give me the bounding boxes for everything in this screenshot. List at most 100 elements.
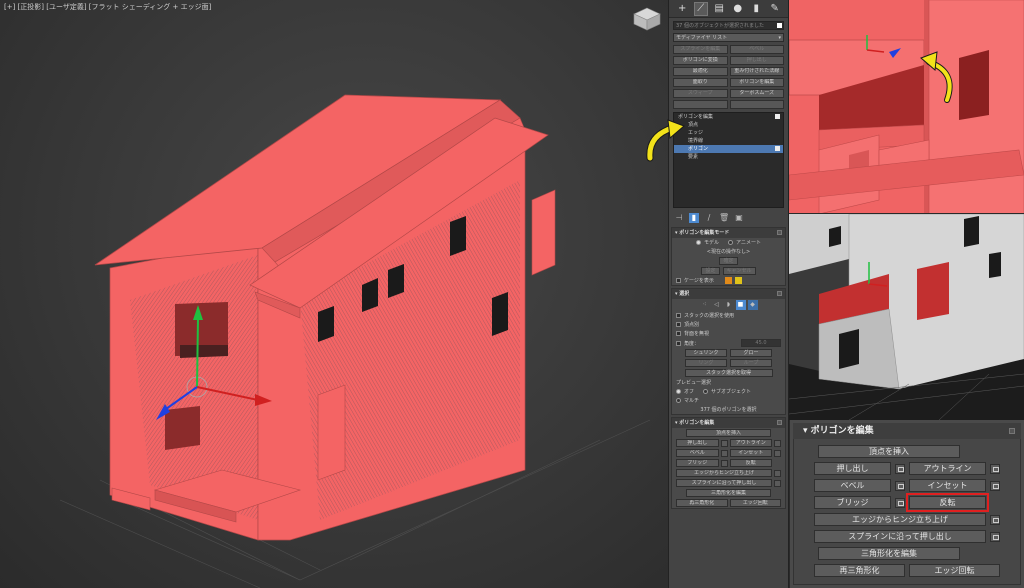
zoomed-hinge-settings-icon[interactable]	[990, 514, 1000, 525]
hinge-settings-icon[interactable]	[774, 469, 781, 477]
rollout-pin-icon[interactable]	[777, 291, 782, 296]
inset-settings-icon[interactable]	[774, 449, 781, 457]
extrude-along-spline-button[interactable]: スプラインに沿って押し出し	[676, 479, 772, 487]
extrude-spline-settings-icon[interactable]	[774, 479, 781, 487]
zoomed-flip-button[interactable]: 反転	[906, 493, 989, 512]
polygon-mode-icon[interactable]: ■	[735, 300, 746, 310]
element-mode-icon[interactable]: ◆	[747, 300, 758, 310]
mod-button-2[interactable]: ポリゴンに変換	[673, 56, 728, 65]
rollout-pin-icon[interactable]	[777, 420, 782, 425]
mod-button-0[interactable]: スプラインを編集	[673, 45, 728, 54]
bevel-settings-icon[interactable]	[720, 449, 728, 457]
zoomed-rollout-header[interactable]: ▾ ポリゴンを編集	[793, 423, 1021, 439]
preview-off-radio[interactable]	[676, 389, 681, 394]
mod-button-3[interactable]: 押し出し	[729, 56, 784, 65]
rollout-header[interactable]: ▾ ポリゴンを編集	[672, 418, 785, 428]
zoomed-bevel-button[interactable]: ベベル	[814, 479, 891, 492]
mod-button-5[interactable]: 重み付けされた法線	[729, 67, 784, 76]
rollout-header[interactable]: ▾ ポリゴンを編集モード	[672, 228, 785, 238]
zoomed-extrude-spline-button[interactable]: スプラインに沿って押し出し	[814, 530, 986, 543]
by-stack-checkbox[interactable]	[676, 313, 681, 318]
shrink-button[interactable]: シュリンク	[685, 349, 727, 357]
show-cage-checkbox[interactable]	[676, 278, 681, 283]
zoomed-bridge-settings-icon[interactable]	[895, 497, 905, 508]
animate-radio[interactable]	[728, 240, 734, 245]
make-unique-icon[interactable]: ∕	[704, 213, 714, 223]
stack-item-edge[interactable]: エッジ	[674, 129, 783, 137]
by-angle-checkbox[interactable]	[676, 340, 681, 346]
outline-settings-icon[interactable]	[774, 439, 781, 447]
main-viewport[interactable]: [+] [正投影] [ユーザ定義] [フラット シェーディング + エッジ面]	[0, 0, 668, 588]
bridge-settings-icon[interactable]	[720, 459, 728, 467]
display-tab-icon[interactable]: ▮	[749, 2, 763, 16]
vertex-mode-icon[interactable]: ⁖	[700, 300, 710, 310]
mod-button-11[interactable]	[729, 100, 784, 109]
cancel-button[interactable]: キャンセル	[722, 267, 756, 275]
turn-button[interactable]: エッジ回転	[729, 499, 781, 507]
preview-multi-radio[interactable]	[676, 398, 681, 403]
hierarchy-tab-icon[interactable]: ▤	[712, 2, 726, 16]
insert-vertex-button[interactable]: 頂点を挿入	[686, 429, 771, 437]
rollout-pin-icon[interactable]	[777, 230, 782, 235]
grow-button[interactable]: グロー	[730, 349, 772, 357]
stack-item-border[interactable]: 境界線	[674, 137, 783, 145]
angle-spinner[interactable]: 45.0	[741, 339, 781, 347]
cage-selected-color-swatch[interactable]	[734, 277, 742, 284]
extrude-settings-icon[interactable]	[720, 439, 728, 447]
create-tab-icon[interactable]: +	[675, 2, 689, 16]
get-stack-selection-button[interactable]: スタック選択を取得	[684, 369, 773, 377]
mod-button-6[interactable]: 面取り	[673, 78, 728, 87]
object-name-field[interactable]: 37 個のオブジェクトが選択されました	[673, 21, 784, 30]
mod-button-10[interactable]	[673, 100, 728, 109]
zoomed-bevel-settings-icon[interactable]	[895, 480, 905, 491]
zoomed-insert-vertex-button[interactable]: 頂点を挿入	[818, 445, 960, 458]
loop-button[interactable]: ループ	[730, 359, 772, 367]
utilities-tab-icon[interactable]: ✎	[768, 2, 782, 16]
remove-modifier-icon[interactable]: 🗑	[719, 213, 729, 223]
stack-toggle-icon[interactable]	[775, 114, 780, 119]
zoomed-extrude-spline-settings-icon[interactable]	[990, 531, 1000, 542]
bevel-button[interactable]: ベベル	[676, 449, 719, 457]
edit-triangulation-button[interactable]: 三角形化を編集	[686, 489, 771, 497]
zoomed-hinge-button[interactable]: エッジからヒンジ立ち上げ	[814, 513, 986, 526]
motion-tab-icon[interactable]: ●	[731, 2, 745, 16]
bridge-button[interactable]: ブリッジ	[676, 459, 719, 467]
mod-button-8[interactable]: スウィープ	[673, 89, 728, 98]
mod-button-4[interactable]: 最適化	[673, 67, 728, 76]
modify-tab-icon[interactable]: ⟋	[693, 1, 708, 16]
show-end-result-icon[interactable]: ▮	[689, 213, 699, 223]
cage-color-swatch[interactable]	[724, 277, 732, 284]
hinge-from-edge-button[interactable]: エッジからヒンジ立ち上げ	[676, 469, 772, 477]
edge-mode-icon[interactable]: ◁	[712, 300, 722, 310]
extrude-button[interactable]: 押し出し	[676, 439, 719, 447]
configure-sets-icon[interactable]: ▣	[734, 213, 744, 223]
zoomed-inset-settings-icon[interactable]	[990, 480, 1000, 491]
by-vertex-checkbox[interactable]	[676, 322, 681, 327]
mod-button-7[interactable]: ポリゴンを編集	[729, 78, 784, 87]
settings-button[interactable]: 設定	[701, 267, 720, 275]
zoomed-turn-button[interactable]: エッジ回転	[909, 564, 1000, 577]
stack-item-edit-poly[interactable]: ポリゴンを編集	[674, 113, 783, 121]
preview-subobject-radio[interactable]	[703, 389, 709, 394]
zoomed-inset-button[interactable]: インセット	[909, 479, 986, 492]
rollout-header[interactable]: ▾ 選択	[672, 289, 785, 299]
zoomed-pin-icon[interactable]	[1009, 428, 1015, 434]
zoomed-retriangulate-button[interactable]: 再三角形化	[814, 564, 905, 577]
modifier-list-dropdown[interactable]: モディファイヤ リスト ▾	[673, 33, 784, 42]
stack-item-element[interactable]: 要素	[674, 153, 783, 161]
zoomed-outline-button[interactable]: アウトライン	[909, 462, 986, 475]
zoomed-outline-settings-icon[interactable]	[990, 463, 1000, 474]
border-mode-icon[interactable]: ◗	[724, 300, 734, 310]
flip-button[interactable]: 反転	[729, 459, 772, 467]
ignore-backfacing-checkbox[interactable]	[676, 331, 681, 336]
pin-stack-icon[interactable]: ⊣	[674, 213, 684, 223]
viewcube[interactable]	[632, 6, 662, 32]
zoomed-extrude-button[interactable]: 押し出し	[814, 462, 891, 475]
outline-button[interactable]: アウトライン	[729, 439, 772, 447]
object-color-swatch[interactable]	[777, 23, 782, 28]
stack-item-polygon[interactable]: ポリゴン	[674, 145, 783, 153]
model-radio[interactable]	[696, 240, 702, 245]
zoomed-bridge-button[interactable]: ブリッジ	[814, 496, 891, 509]
commit-button[interactable]: 確定	[719, 257, 738, 265]
zoomed-extrude-settings-icon[interactable]	[895, 463, 905, 474]
